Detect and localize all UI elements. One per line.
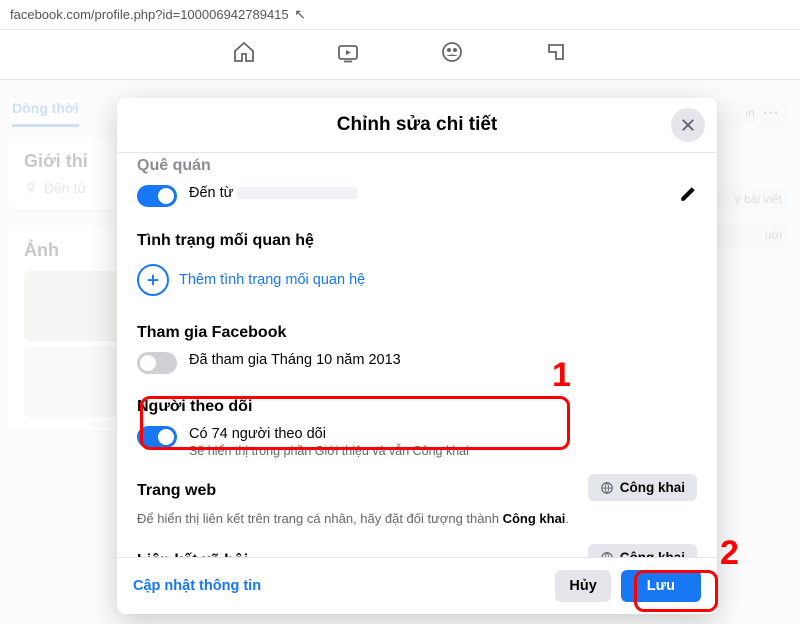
close-icon xyxy=(679,116,697,134)
website-desc: Để hiển thị liên kết trên trang cá nhân,… xyxy=(137,510,578,528)
hometown-from: Đến từ xyxy=(189,185,233,201)
home-icon[interactable] xyxy=(232,40,256,69)
website-audience-button[interactable]: Công khai xyxy=(588,474,697,501)
top-nav xyxy=(0,30,800,80)
modal-header: Chỉnh sửa chi tiết xyxy=(117,98,717,153)
save-button[interactable]: Lưu xyxy=(621,570,701,602)
followers-sub: Sẽ hiển thị trong phần Giới thiệu và vẫn… xyxy=(189,444,697,458)
section-joined-title: Tham gia Facebook xyxy=(137,324,697,342)
watch-icon[interactable] xyxy=(336,40,360,69)
edit-hometown-button[interactable] xyxy=(679,185,697,208)
section-relationship-title: Tình trạng mối quan hệ xyxy=(137,232,697,250)
close-button[interactable] xyxy=(671,108,705,142)
social-audience-button[interactable]: Công khai xyxy=(588,544,697,557)
toggle-followers[interactable] xyxy=(137,426,177,448)
modal-body[interactable]: Quê quán Đến từ Tình trạng mối quan hệ T… xyxy=(117,153,717,557)
toggle-joined[interactable] xyxy=(137,352,177,374)
globe-icon xyxy=(600,481,614,495)
update-info-link[interactable]: Cập nhật thông tin xyxy=(133,578,545,594)
modal-title: Chỉnh sửa chi tiết xyxy=(133,114,701,136)
add-relationship-button[interactable]: Thêm tình trạng mối quan hệ xyxy=(137,260,697,300)
section-hometown-title: Quê quán xyxy=(137,157,697,175)
edit-details-modal: Chỉnh sửa chi tiết Quê quán Đến từ Tình … xyxy=(117,98,717,614)
followers-main: Có 74 người theo dõi xyxy=(189,426,697,442)
groups-icon[interactable] xyxy=(440,40,464,69)
toggle-hometown[interactable] xyxy=(137,185,177,207)
url-bar: facebook.com/profile.php?id=100006942789… xyxy=(0,0,800,30)
plus-icon xyxy=(144,271,162,289)
add-relationship-label: Thêm tình trạng mối quan hệ xyxy=(179,272,365,288)
cursor-icon: ↖ xyxy=(294,6,306,22)
section-followers-title: Người theo dõi xyxy=(137,398,697,416)
cancel-button[interactable]: Hủy xyxy=(555,570,610,602)
gaming-icon[interactable] xyxy=(544,40,568,69)
section-website-title: Trang web xyxy=(137,482,578,500)
redacted-text xyxy=(237,187,357,199)
joined-label: Đã tham gia Tháng 10 năm 2013 xyxy=(189,352,697,368)
modal-footer: Cập nhật thông tin Hủy Lưu xyxy=(117,557,717,614)
url-text: facebook.com/profile.php?id=100006942789… xyxy=(10,7,289,22)
